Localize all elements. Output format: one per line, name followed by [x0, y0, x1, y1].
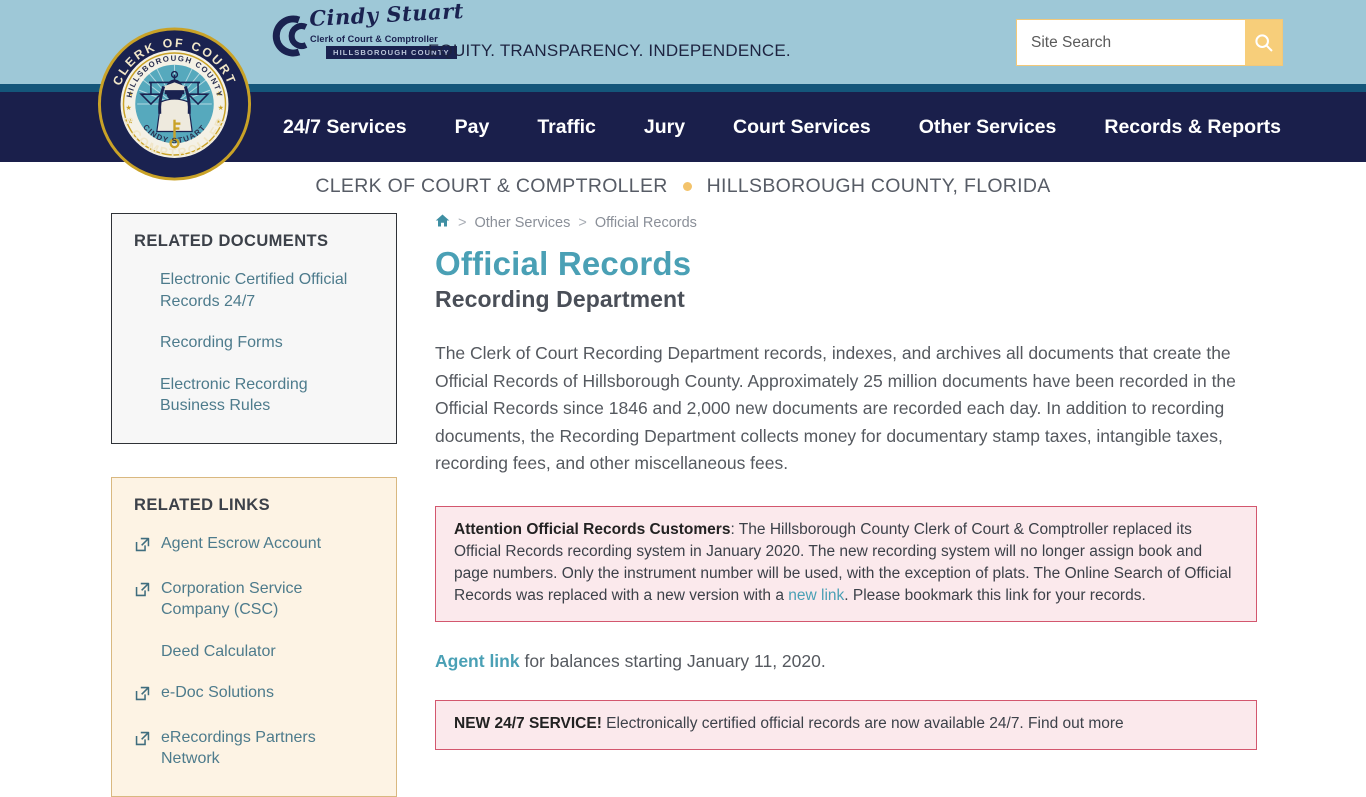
search-icon [1255, 34, 1273, 52]
search-input[interactable] [1017, 20, 1245, 65]
related-link-row-csc[interactable]: Corporation Service Company (CSC) [134, 578, 374, 621]
c-monogram-icon [272, 15, 308, 57]
external-link-icon [134, 682, 152, 707]
breadcrumb-item-other-services[interactable]: Other Services [474, 215, 570, 231]
related-link-row-erecordings[interactable]: eRecordings Partners Network [134, 727, 374, 770]
nav-item-court-services[interactable]: Court Services [733, 116, 871, 139]
related-link-label[interactable]: Agent Escrow Account [161, 533, 321, 554]
alert-lead: Attention Official Records Customers [454, 520, 731, 538]
breadcrumb-item-current: Official Records [594, 214, 697, 231]
breadcrumb-home-link[interactable] [435, 213, 450, 232]
external-link-icon [134, 578, 152, 603]
intro-paragraph: The Clerk of Court Recording Department … [435, 343, 1236, 474]
related-document-link-3[interactable]: Electronic Recording Business Rules [160, 374, 374, 417]
page-title: Official Records [435, 245, 692, 282]
agent-link-line: Agent link for balances starting January… [435, 651, 1257, 672]
main-content: > Other Services > Official Records Offi… [435, 213, 1257, 750]
related-link-row-deed-calculator[interactable]: Deed Calculator [134, 641, 374, 662]
logo-subtitle: Clerk of Court & Comptroller [310, 34, 438, 44]
nav-item-247-services[interactable]: 24/7 Services [283, 116, 407, 139]
breadcrumb: > Other Services > Official Records [435, 213, 1257, 232]
related-document-link-2[interactable]: Recording Forms [160, 332, 374, 354]
related-document-link-1[interactable]: Electronic Certified Official Records 24… [160, 269, 374, 312]
nav-item-jury[interactable]: Jury [644, 116, 685, 139]
related-documents-card: RELATED DOCUMENTS Electronic Certified O… [111, 213, 397, 444]
home-icon [435, 214, 450, 227]
svg-text:★: ★ [125, 104, 131, 112]
new-service-lead: NEW 24/7 SERVICE! [454, 714, 602, 732]
nav-item-pay[interactable]: Pay [455, 116, 490, 139]
related-documents-title: RELATED DOCUMENTS [134, 232, 329, 250]
agent-link[interactable]: Agent link [435, 651, 520, 671]
related-link-label[interactable]: e-Doc Solutions [161, 682, 274, 703]
sub-header-dot-icon [682, 181, 692, 191]
alert-body-second: . Please bookmark this link for your rec… [844, 586, 1146, 604]
related-link-row-agent-escrow[interactable]: Agent Escrow Account [134, 533, 374, 558]
header-tagline: EQUITY. TRANSPARENCY. INDEPENDENCE. [428, 41, 791, 60]
cindy-stuart-logo[interactable]: Cindy Stuart Clerk of Court & Comptrolle… [266, 0, 464, 64]
sub-header-right: HILLSBOROUGH COUNTY, FLORIDA [706, 174, 1051, 197]
sub-header-left: CLERK OF COURT & COMPTROLLER [315, 174, 668, 197]
page-subtitle: Recording Department [435, 286, 685, 313]
related-link-row-edoc-solutions[interactable]: e-Doc Solutions [134, 682, 374, 707]
related-link-label[interactable]: Corporation Service Company (CSC) [161, 578, 374, 621]
related-link-label[interactable]: eRecordings Partners Network [161, 727, 374, 770]
nav-item-records-reports[interactable]: Records & Reports [1104, 116, 1281, 139]
search-submit-button[interactable] [1245, 20, 1282, 65]
new-service-body: Electronically certified official record… [601, 714, 1124, 732]
new-service-alert-box: NEW 24/7 SERVICE! Electronically certifi… [435, 699, 1257, 750]
external-link-icon [134, 533, 152, 558]
related-links-card: RELATED LINKS Agent Escrow Account Corpo… [111, 476, 397, 797]
clerk-of-court-seal[interactable]: ★★★ ★★★ CLERK OF COURT & COMPTROLLER HIL… [96, 14, 253, 194]
agent-line-rest: for balances starting January 11, 2020. [519, 650, 826, 671]
breadcrumb-separator: > [578, 214, 587, 231]
related-link-label[interactable]: Deed Calculator [161, 641, 276, 662]
site-search[interactable] [1016, 19, 1283, 66]
nav-item-traffic[interactable]: Traffic [537, 116, 596, 139]
alert-new-link[interactable]: new link [788, 587, 844, 604]
svg-text:★: ★ [218, 104, 224, 112]
sidebar: RELATED DOCUMENTS Electronic Certified O… [111, 213, 397, 797]
breadcrumb-separator: > [458, 214, 467, 231]
attention-alert-box: Attention Official Records Customers: Th… [435, 505, 1257, 622]
related-links-title: RELATED LINKS [134, 495, 270, 514]
external-link-icon [134, 727, 152, 752]
nav-item-other-services[interactable]: Other Services [919, 116, 1057, 139]
